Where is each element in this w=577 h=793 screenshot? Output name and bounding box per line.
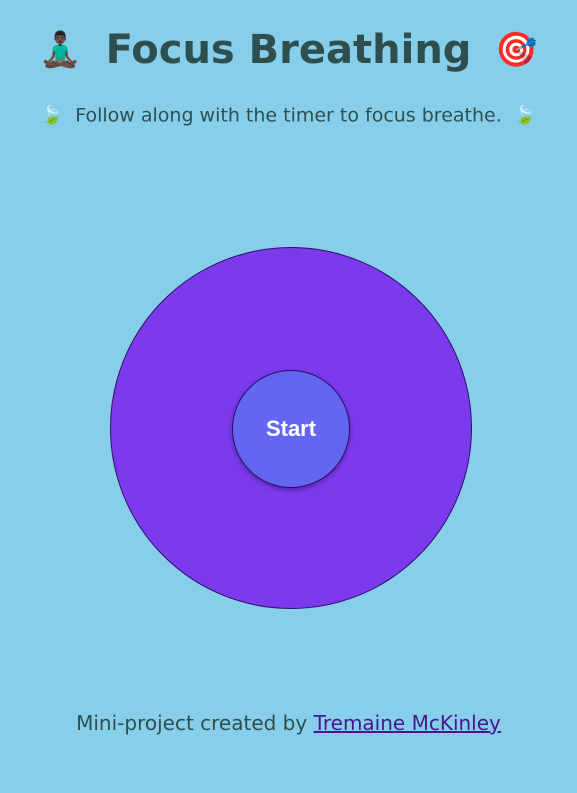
footer: Mini-project created by Tremaine McKinle… [0, 708, 577, 738]
page-title-text: Focus Breathing [105, 27, 472, 73]
author-link[interactable]: Tremaine McKinley [314, 711, 501, 735]
direct-hit-target-icon: 🎯 [495, 30, 538, 70]
instructions-text: Follow along with the timer to focus bre… [75, 104, 502, 127]
person-meditating-icon: 🧘🏿‍♂️ [39, 30, 82, 70]
leaf-fluttering-icon: 🍃 [40, 104, 64, 126]
footer-credit-text: Mini-project created by [76, 711, 308, 735]
leaf-fluttering-icon: 🍃 [513, 104, 537, 126]
page-title: 🧘🏿‍♂️ Focus Breathing 🎯 [0, 22, 577, 76]
start-button[interactable]: Start [232, 370, 350, 488]
instructions: 🍃 Follow along with the timer to focus b… [0, 100, 577, 131]
start-button-label: Start [265, 416, 317, 441]
